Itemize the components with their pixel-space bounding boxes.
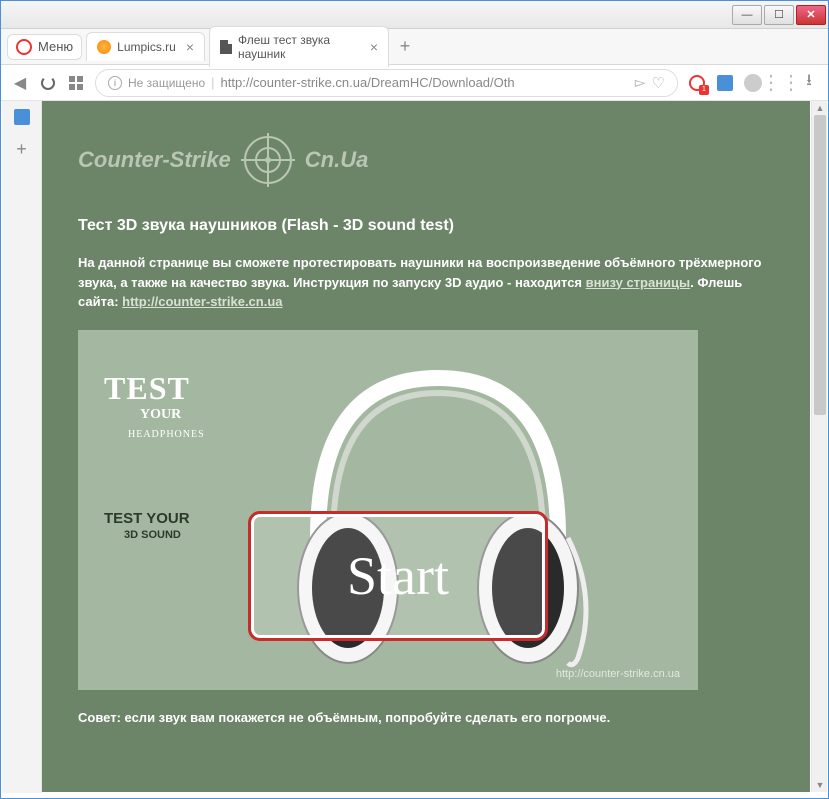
opera-logo-icon — [16, 39, 32, 55]
scroll-thumb[interactable] — [814, 115, 826, 415]
speed-dial-icon — [69, 76, 83, 90]
menu-label: Меню — [38, 39, 73, 54]
translate-extension-icon[interactable] — [716, 74, 734, 92]
test-label-block: TEST YOUR HEADPHONES — [104, 370, 205, 440]
translate-side-icon[interactable] — [14, 109, 30, 125]
security-label: Не защищено — [128, 76, 205, 90]
scrollbar[interactable]: ▲ ▼ — [811, 101, 827, 792]
info-icon: i — [108, 76, 122, 90]
profile-icon[interactable] — [744, 74, 762, 92]
start-label: Start — [347, 545, 449, 607]
favicon-lumpics-icon — [97, 40, 111, 54]
link-bottom-page[interactable]: внизу страницы — [586, 275, 691, 290]
tab-title: Флеш тест звука наушник — [238, 33, 360, 61]
heart-icon[interactable]: ♡ — [652, 74, 665, 92]
logo-text-left: Counter-Strike — [78, 147, 231, 173]
intro-text: На данной странице вы сможете протестиро… — [78, 253, 774, 312]
opera-extension-icon[interactable]: 1 — [688, 74, 706, 92]
add-side-button[interactable]: + — [16, 139, 27, 160]
test-3d-block: TEST YOUR 3D SOUND — [104, 510, 190, 541]
tab-lumpics[interactable]: Lumpics.ru × — [86, 32, 205, 61]
scroll-down-icon[interactable]: ▼ — [812, 778, 828, 792]
window-controls: — ☐ ✕ — [732, 5, 826, 25]
tip-label: Совет: — [78, 710, 121, 725]
logo-text-right: Cn.Ua — [305, 147, 369, 173]
tab-bar: Меню Lumpics.ru × Флеш тест звука наушни… — [1, 29, 828, 65]
new-tab-button[interactable]: + — [393, 35, 417, 59]
flash-url-label: http://counter-strike.cn.ua — [556, 668, 680, 680]
browser-window: — ☐ ✕ Меню Lumpics.ru × Флеш тест звука … — [0, 0, 829, 799]
reload-icon — [41, 76, 55, 90]
tab-flash-test[interactable]: Флеш тест звука наушник × — [209, 26, 389, 67]
close-button[interactable]: ✕ — [796, 5, 826, 25]
speed-dial-button[interactable] — [67, 74, 85, 92]
label-your: YOUR — [140, 407, 205, 423]
tab-close-icon[interactable]: × — [186, 39, 194, 55]
scroll-up-icon[interactable]: ▲ — [812, 101, 828, 115]
label-test: TEST — [104, 370, 205, 407]
favicon-doc-icon — [220, 40, 232, 54]
label-headphones: HEADPHONES — [128, 429, 205, 440]
minimize-button[interactable]: — — [732, 5, 762, 25]
back-button[interactable]: ◀ — [11, 74, 29, 92]
url-field[interactable]: i Не защищено | http://counter-strike.cn… — [95, 69, 678, 97]
opera-menu-button[interactable]: Меню — [7, 34, 82, 60]
tip-text: Совет: если звук вам покажется не объёмн… — [78, 708, 774, 728]
page-content: Counter-Strike Cn.Ua Тест 3D звука наушн… — [42, 101, 810, 792]
label-test-your: TEST YOUR — [104, 510, 190, 527]
easy-setup-icon[interactable]: ⋮⋮ — [772, 74, 790, 92]
send-icon[interactable]: ▻ — [635, 74, 646, 91]
maximize-button[interactable]: ☐ — [764, 5, 794, 25]
page-viewport: Counter-Strike Cn.Ua Тест 3D звука наушн… — [42, 101, 810, 792]
url-text: http://counter-strike.cn.ua/DreamHC/Down… — [221, 75, 629, 90]
downloads-icon[interactable]: ⭳ — [800, 74, 818, 92]
address-bar: ◀ i Не защищено | http://counter-strike.… — [1, 65, 828, 101]
start-button[interactable]: Start — [248, 511, 548, 641]
page-title: Тест 3D звука наушников (Flash - 3D soun… — [78, 217, 792, 235]
tab-title: Lumpics.ru — [117, 40, 176, 54]
site-logo: Counter-Strike Cn.Ua — [78, 133, 792, 187]
crosshair-icon — [241, 133, 295, 187]
label-3d-sound: 3D SOUND — [124, 529, 190, 541]
side-panel: + — [2, 101, 42, 793]
link-site-url[interactable]: http://counter-strike.cn.ua — [122, 294, 282, 309]
tab-close-icon[interactable]: × — [370, 39, 378, 55]
window-titlebar: — ☐ ✕ — [1, 1, 828, 29]
reload-button[interactable] — [39, 74, 57, 92]
